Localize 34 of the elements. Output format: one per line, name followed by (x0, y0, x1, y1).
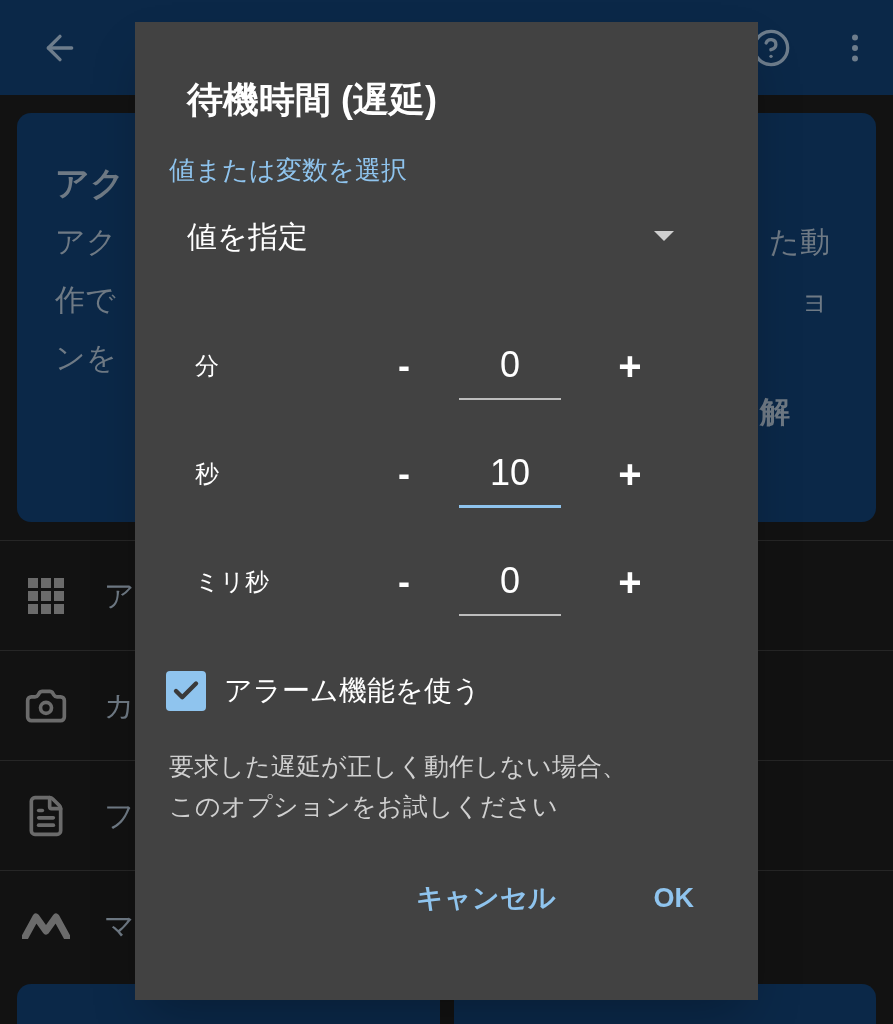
list-item-label[interactable]: カ (104, 683, 135, 728)
increment-button[interactable]: + (605, 552, 655, 612)
card-text: 作で (55, 282, 117, 318)
number-field[interactable]: 10 (459, 440, 561, 508)
ok-button[interactable]: OK (653, 878, 694, 919)
time-unit-label: 秒 (194, 459, 220, 489)
card-title: アク (55, 163, 125, 204)
dialog-description: 要求した遅延が正しく動作しない場合、 (169, 751, 628, 782)
checkbox-label: アラーム機能を使う (224, 674, 481, 708)
time-unit-label: ミリ秒 (194, 567, 270, 597)
field-label: 値または変数を選択 (169, 154, 408, 187)
card-text: ョ (799, 282, 830, 318)
increment-button[interactable]: + (605, 444, 655, 504)
list-item-label[interactable]: マ (104, 903, 135, 948)
list-item-label[interactable]: ア (104, 573, 135, 618)
cancel-button[interactable]: キャンセル (415, 878, 556, 919)
alarm-checkbox[interactable] (166, 671, 206, 711)
number-field[interactable]: 0 (459, 332, 561, 400)
number-field[interactable]: 0 (459, 548, 561, 616)
decrement-button[interactable]: - (379, 339, 429, 393)
dropdown-caret-icon (654, 231, 674, 241)
time-unit-label: 分 (194, 351, 220, 381)
card-text: アク (55, 224, 118, 260)
value-dropdown[interactable]: 値を指定 (187, 206, 674, 266)
card-text: た動 (769, 224, 830, 260)
dialog-title: 待機時間 (遅延) (187, 78, 438, 122)
card-text: ンを (55, 340, 118, 376)
grid-icon (28, 577, 64, 614)
m-logo-icon (22, 912, 70, 939)
decrement-button[interactable]: - (379, 447, 429, 501)
list-item-label[interactable]: フ (104, 793, 135, 838)
increment-button[interactable]: + (605, 336, 655, 396)
dialog-description: このオプションをお試しください (169, 791, 559, 822)
decrement-button[interactable]: - (379, 555, 429, 609)
